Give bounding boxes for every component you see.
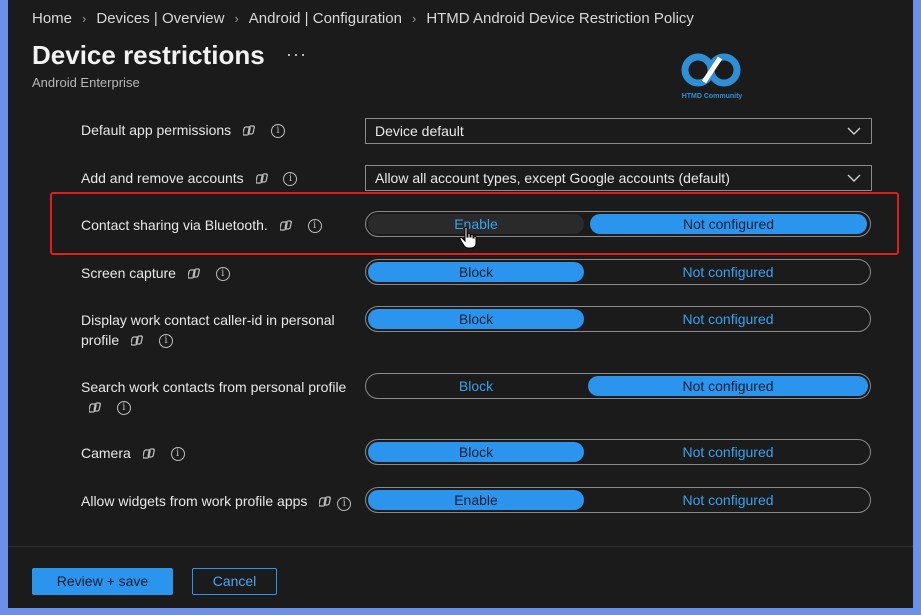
hand-cursor-icon xyxy=(459,226,477,249)
copilot-icon[interactable] xyxy=(319,495,333,509)
info-icon[interactable]: i xyxy=(270,124,285,139)
chevron-down-icon xyxy=(847,174,861,182)
toggle-option-not-configured[interactable]: Not configured xyxy=(588,376,868,396)
info-icon[interactable]: i xyxy=(158,334,173,349)
setting-label: Screen capture xyxy=(81,265,176,281)
copilot-icon[interactable] xyxy=(89,401,103,415)
copilot-icon[interactable] xyxy=(255,172,270,186)
add-remove-accounts-select[interactable]: Allow all account types, except Google a… xyxy=(365,165,872,191)
copilot-icon[interactable] xyxy=(142,447,157,461)
camera-toggle[interactable]: Block Not configured xyxy=(365,439,871,465)
chevron-right-icon: › xyxy=(82,11,87,26)
info-icon[interactable]: i xyxy=(283,172,298,187)
select-value: Device default xyxy=(375,123,464,139)
toggle-option-block[interactable]: Block xyxy=(368,262,584,282)
breadcrumb: Home › Devices | Overview › Android | Co… xyxy=(32,10,694,27)
toggle-option-block[interactable]: Block xyxy=(368,442,584,462)
toggle-option-block[interactable]: Block xyxy=(368,309,584,329)
chevron-down-icon xyxy=(847,127,861,135)
footer-divider xyxy=(8,546,913,547)
copilot-icon[interactable] xyxy=(187,267,202,281)
breadcrumb-home[interactable]: Home xyxy=(32,10,72,27)
copilot-icon[interactable] xyxy=(131,334,145,348)
page-title: Device restrictions xyxy=(32,40,265,70)
chevron-right-icon: › xyxy=(411,11,417,26)
setting-label: Display work contact caller-id in person… xyxy=(81,312,335,348)
setting-label: Add and remove accounts xyxy=(81,170,244,186)
caller-id-toggle[interactable]: Block Not configured xyxy=(365,306,871,332)
setting-label: Allow widgets from work profile apps xyxy=(81,493,308,509)
toggle-option-not-configured[interactable]: Not configured xyxy=(588,490,868,510)
default-app-permissions-select[interactable]: Device default xyxy=(365,118,872,144)
screen-capture-toggle[interactable]: Block Not configured xyxy=(365,259,871,285)
info-icon[interactable]: i xyxy=(116,401,131,416)
search-work-contacts-toggle[interactable]: Block Not configured xyxy=(365,373,871,399)
info-icon[interactable]: i xyxy=(170,447,185,462)
copilot-icon[interactable] xyxy=(243,124,257,138)
setting-label: Search work contacts from personal profi… xyxy=(81,379,347,395)
select-value: Allow all account types, except Google a… xyxy=(375,170,730,186)
more-options-button[interactable]: ··· xyxy=(286,44,307,65)
allow-widgets-toggle[interactable]: Enable Not configured xyxy=(365,487,871,513)
toggle-option-enable[interactable]: Enable xyxy=(368,490,584,510)
cancel-button[interactable]: Cancel xyxy=(192,568,277,595)
toggle-option-not-configured[interactable]: Not configured xyxy=(588,309,868,329)
toggle-option-not-configured[interactable]: Not configured xyxy=(588,442,868,462)
toggle-option-block[interactable]: Block xyxy=(368,376,584,396)
setting-label: Camera xyxy=(81,445,131,461)
setting-label: Default app permissions xyxy=(81,122,232,138)
info-icon[interactable]: i xyxy=(215,267,230,282)
breadcrumb-policy[interactable]: HTMD Android Device Restriction Policy xyxy=(426,10,694,27)
page-subtitle: Android Enterprise xyxy=(32,75,140,90)
main-panel: Home › Devices | Overview › Android | Co… xyxy=(8,0,913,608)
breadcrumb-devices-overview[interactable]: Devices | Overview xyxy=(96,10,224,27)
breadcrumb-android-configuration[interactable]: Android | Configuration xyxy=(249,10,402,27)
chevron-right-icon: › xyxy=(234,11,239,26)
review-save-button[interactable]: Review + save xyxy=(32,568,173,595)
toggle-option-not-configured[interactable]: Not configured xyxy=(588,262,868,282)
info-icon[interactable]: i xyxy=(337,497,352,512)
logo-text: HTMD Community xyxy=(681,93,743,100)
